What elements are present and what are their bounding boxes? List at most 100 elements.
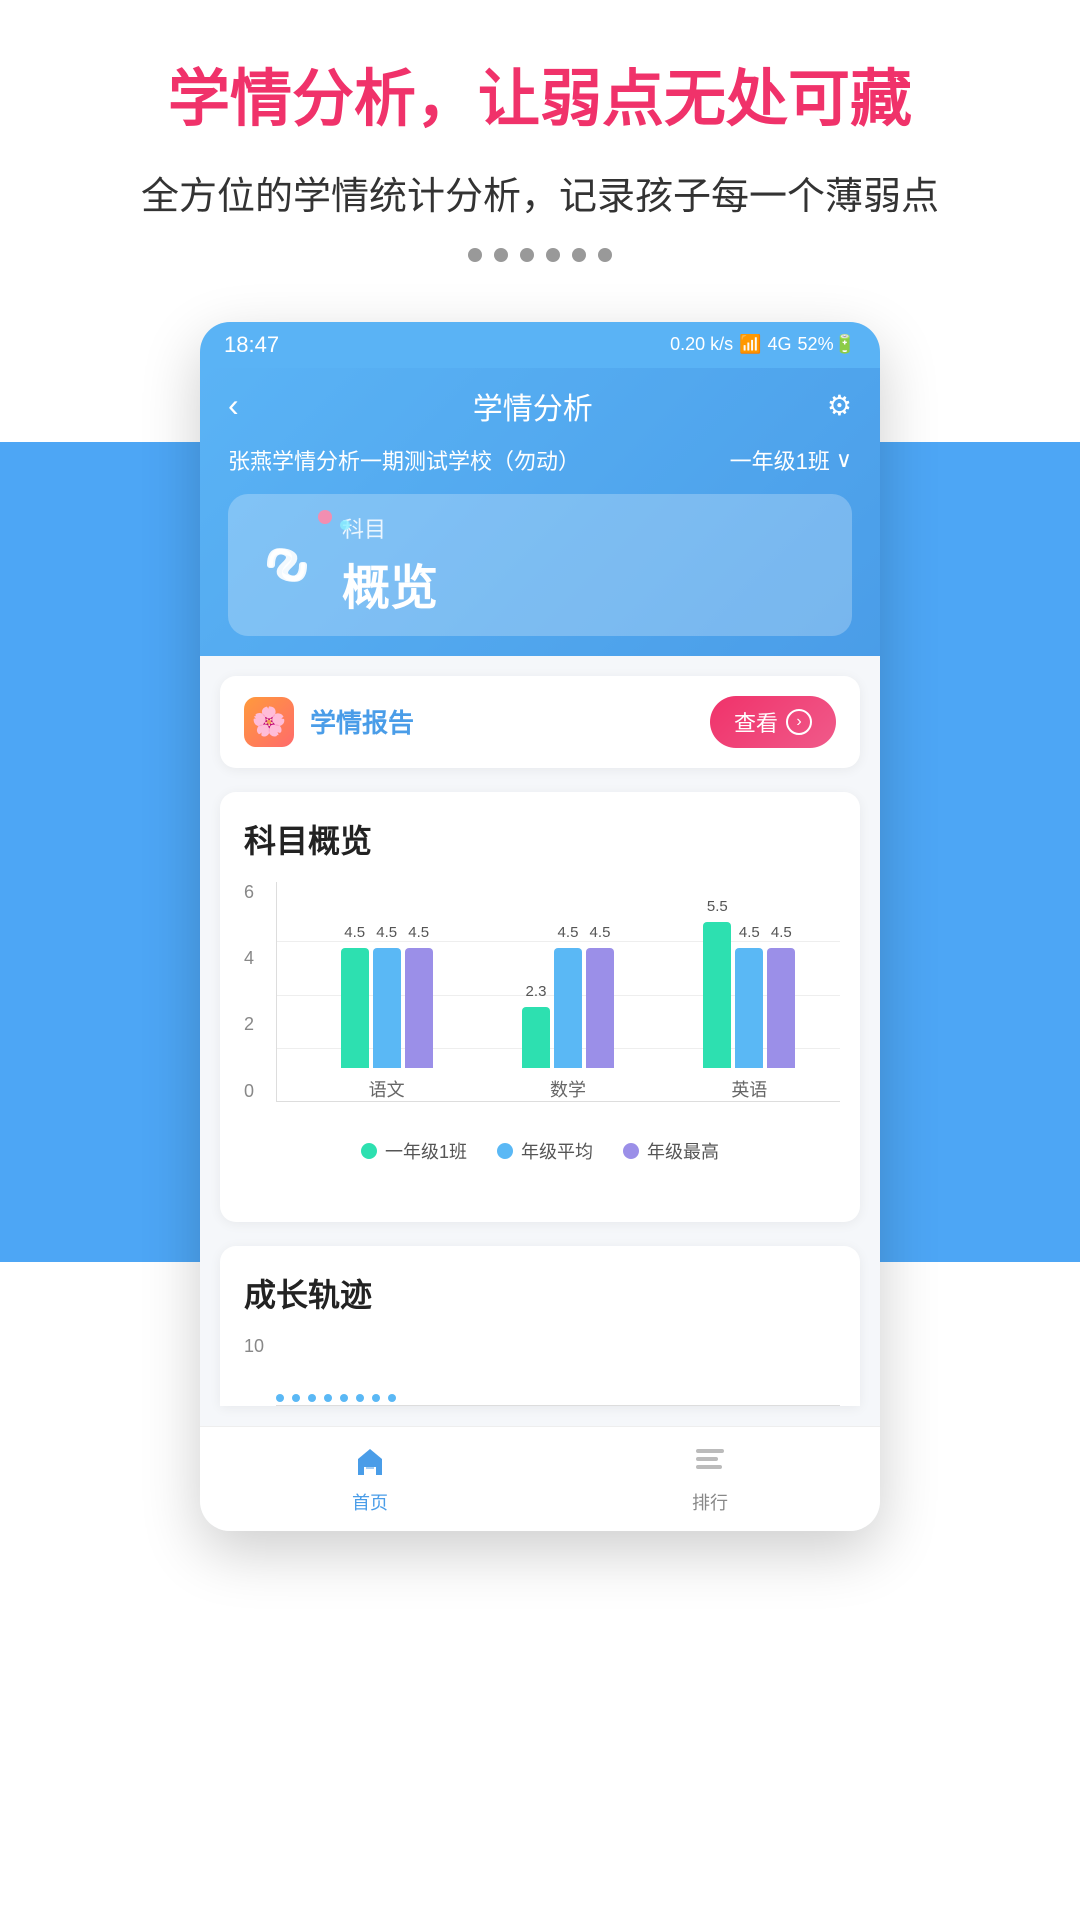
nav-label-ranking: 排行 (692, 1489, 728, 1515)
legend-highest: 年级最高 (623, 1138, 719, 1164)
bottom-nav: 首页 排行 (200, 1426, 880, 1531)
bar-group-shuxue: 2.3 4.5 4.5 (522, 948, 614, 1102)
x-label-shuxue: 数学 (550, 1076, 586, 1102)
home-icon (348, 1439, 392, 1483)
bar-yuwen-3: 4.5 (405, 948, 433, 1068)
ranking-icon (688, 1439, 732, 1483)
status-4g: 4G (768, 334, 792, 355)
report-icon: 🌸 (244, 697, 294, 747)
chart-legend: 一年级1班 年级平均 年级最高 (240, 1138, 840, 1164)
app-nav: ‹ 学情分析 ⚙ (228, 384, 852, 428)
bar-shuxue-2: 4.5 (554, 948, 582, 1068)
bar-group-yingyu-bars: 5.5 4.5 4.5 (703, 922, 795, 1068)
bar-yuwen-green (341, 948, 369, 1068)
dots-row (40, 248, 1040, 262)
subject-info: 科目 概览 (342, 512, 828, 618)
growth-dot-3 (308, 1394, 316, 1402)
back-button[interactable]: ‹ (228, 387, 239, 424)
chart-area: 0 2 4 6 (276, 882, 840, 1122)
growth-chart-area: 10 (276, 1336, 840, 1406)
bar-yingyu-1: 5.5 (703, 922, 731, 1068)
growth-dots-row (276, 1394, 840, 1402)
bar-shuxue-green (522, 1007, 550, 1068)
bar-yingyu-blue (735, 948, 763, 1068)
bar-label-yingyu-1: 5.5 (707, 898, 728, 915)
phone-screen: 18:47 0.20 k/s 📶 4G 52%🔋 ‹ 学情分析 ⚙ 张燕学情分析… (200, 322, 880, 1531)
subject-card[interactable]: 科目 概览 (228, 494, 852, 636)
dots-decoration (318, 510, 350, 530)
growth-dot-1 (276, 1394, 284, 1402)
ranking-svg (690, 1441, 730, 1481)
bar-yuwen-purple (405, 948, 433, 1068)
bar-label-yingyu-2: 4.5 (739, 924, 760, 941)
bar-group-yuwen-bars: 4.5 4.5 4.5 (341, 948, 433, 1068)
home-svg (350, 1441, 390, 1481)
growth-dot-8 (388, 1394, 396, 1402)
subject-label: 科目 (342, 512, 828, 544)
bar-yingyu-2: 4.5 (735, 948, 763, 1068)
legend-label-average: 年级平均 (521, 1138, 593, 1164)
legend-dot-blue (497, 1143, 513, 1159)
nav-item-ranking[interactable]: 排行 (688, 1439, 732, 1515)
growth-dot-6 (356, 1394, 364, 1402)
status-bar: 18:47 0.20 k/s 📶 4G 52%🔋 (200, 322, 880, 368)
bar-label-shuxue-2: 4.5 (558, 924, 579, 941)
dot-3 (520, 248, 534, 262)
subject-icon (252, 530, 322, 600)
legend-label-highest: 年级最高 (647, 1138, 719, 1164)
report-card: 🌸 学情报告 查看 › (220, 676, 860, 768)
class-selector[interactable]: 一年级1班 ∨ (730, 444, 852, 476)
bar-yingyu-green (703, 922, 731, 1068)
school-name: 张燕学情分析一期测试学校（勿动） (228, 444, 580, 476)
bar-group-shuxue-bars: 2.3 4.5 4.5 (522, 948, 614, 1068)
main-content: 🌸 学情报告 查看 › 科目概览 0 2 (200, 656, 880, 1426)
nav-item-home[interactable]: 首页 (348, 1439, 392, 1515)
marketing-subtitle: 全方位的学情统计分析，记录孩子每一个薄弱点 (40, 165, 1040, 220)
legend-dot-green (361, 1143, 377, 1159)
settings-icon[interactable]: ⚙ (827, 389, 852, 422)
bar-yingyu-purple (767, 948, 795, 1068)
growth-dot-7 (372, 1394, 380, 1402)
y-label-0: 0 (244, 1081, 254, 1102)
y-axis: 0 2 4 6 (244, 882, 254, 1102)
bar-yuwen-2: 4.5 (373, 948, 401, 1068)
status-icons: 0.20 k/s 📶 4G 52%🔋 (670, 334, 856, 355)
status-signal: 0.20 k/s (670, 334, 733, 355)
growth-title: 成长轨迹 (240, 1270, 840, 1316)
arrow-circle-icon: › (786, 709, 812, 735)
dot-6 (598, 248, 612, 262)
bar-label-yingyu-3: 4.5 (771, 924, 792, 941)
chart-section: 科目概览 0 2 4 6 (220, 792, 860, 1222)
x-label-yuwen: 语文 (369, 1076, 405, 1102)
bar-label-shuxue-1: 2.3 (526, 983, 547, 1000)
chevron-down-icon: ∨ (836, 447, 852, 473)
marketing-title: 学情分析，让弱点无处可藏 (40, 60, 1040, 141)
legend-label-class: 一年级1班 (385, 1138, 467, 1164)
link-icon (252, 530, 322, 600)
bar-yuwen-1: 4.5 (341, 948, 369, 1068)
growth-section: 成长轨迹 10 (220, 1246, 860, 1406)
bar-shuxue-purple (586, 948, 614, 1068)
report-title: 学情报告 (310, 703, 414, 740)
bar-label-shuxue-3: 4.5 (590, 924, 611, 941)
bar-label-yuwen-2: 4.5 (376, 924, 397, 941)
dot-1 (468, 248, 482, 262)
page-title: 学情分析 (473, 384, 593, 428)
status-wifi: 📶 (739, 334, 761, 355)
bar-label-yuwen-3: 4.5 (408, 924, 429, 941)
status-battery: 52%🔋 (798, 334, 856, 355)
deco-dot-pink (318, 510, 332, 524)
view-report-button[interactable]: 查看 › (710, 696, 836, 748)
growth-dot-5 (340, 1394, 348, 1402)
marketing-section: 学情分析，让弱点无处可藏 全方位的学情统计分析，记录孩子每一个薄弱点 (0, 0, 1080, 292)
legend-average: 年级平均 (497, 1138, 593, 1164)
y-label-2: 2 (244, 1014, 254, 1035)
blue-bg-left (0, 442, 220, 1262)
phone-wrapper: 18:47 0.20 k/s 📶 4G 52%🔋 ‹ 学情分析 ⚙ 张燕学情分析… (0, 322, 1080, 1531)
bar-shuxue-1: 2.3 (522, 1007, 550, 1068)
status-time: 18:47 (224, 332, 279, 358)
x-label-yingyu: 英语 (731, 1076, 767, 1102)
bar-chart: 0 2 4 6 (240, 882, 840, 1202)
dot-4 (546, 248, 560, 262)
growth-dot-2 (292, 1394, 300, 1402)
